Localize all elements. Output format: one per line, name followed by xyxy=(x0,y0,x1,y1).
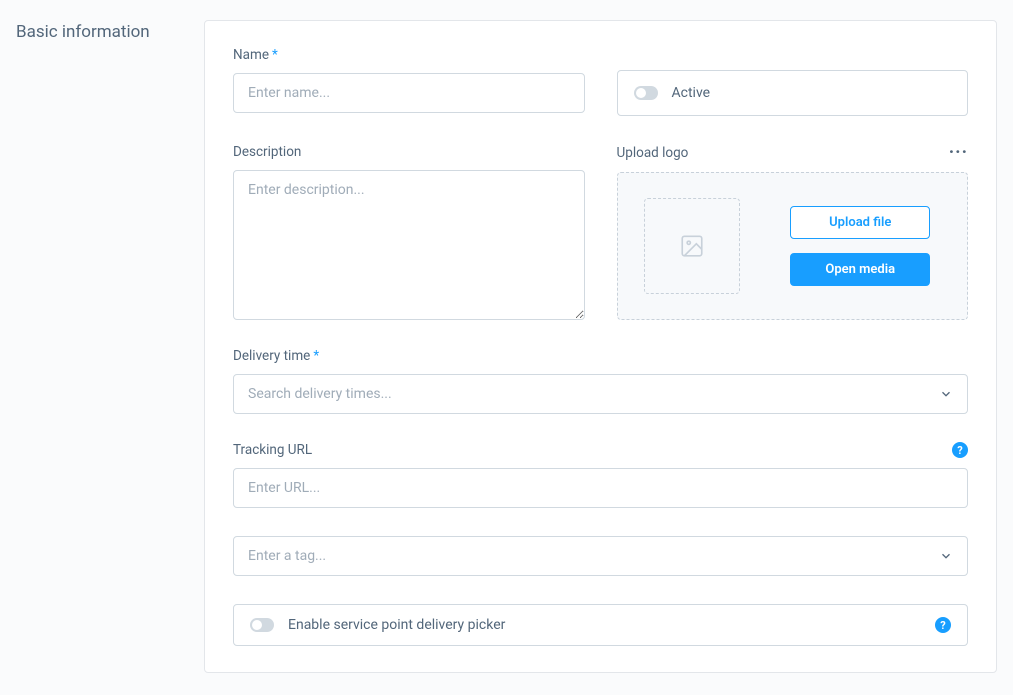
tag-select[interactable]: Enter a tag... xyxy=(233,536,968,576)
delivery-time-placeholder: Search delivery times... xyxy=(248,386,392,402)
tag-placeholder: Enter a tag... xyxy=(248,548,326,564)
service-point-label: Enable service point delivery picker xyxy=(288,617,505,633)
tracking-url-input[interactable] xyxy=(233,468,968,508)
open-media-button[interactable]: Open media xyxy=(790,253,930,286)
description-label: Description xyxy=(233,144,585,160)
upload-label: Upload logo xyxy=(617,145,689,161)
upload-dropzone[interactable]: Upload file Open media xyxy=(617,172,969,320)
description-input[interactable] xyxy=(233,170,585,320)
delivery-time-select[interactable]: Search delivery times... xyxy=(233,374,968,414)
tracking-url-label: Tracking URL xyxy=(233,442,312,458)
help-icon[interactable]: ? xyxy=(935,617,951,633)
active-toggle-box[interactable]: Active xyxy=(617,70,969,116)
section-title: Basic information xyxy=(16,20,176,673)
name-label: Name* xyxy=(233,47,585,63)
help-icon[interactable]: ? xyxy=(952,442,968,458)
more-actions-icon[interactable]: ··· xyxy=(949,144,968,162)
chevron-down-icon xyxy=(939,387,953,401)
upload-file-button[interactable]: Upload file xyxy=(790,206,930,239)
basic-info-card: Name* Active Description Upload logo xyxy=(204,20,997,673)
active-toggle[interactable] xyxy=(634,86,658,100)
image-placeholder-icon xyxy=(679,233,705,259)
chevron-down-icon xyxy=(939,549,953,563)
service-point-toggle-box[interactable]: Enable service point delivery picker ? xyxy=(233,604,968,646)
name-input[interactable] xyxy=(233,73,585,113)
active-label: Active xyxy=(672,85,711,101)
service-point-toggle[interactable] xyxy=(250,618,274,632)
delivery-time-label: Delivery time* xyxy=(233,348,968,364)
logo-preview xyxy=(644,198,740,294)
